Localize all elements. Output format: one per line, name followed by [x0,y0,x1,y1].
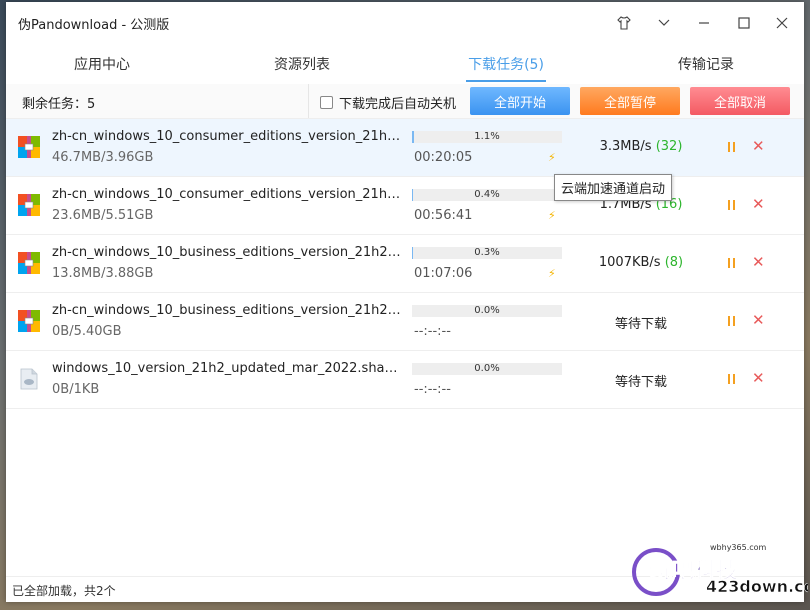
task-row[interactable]: zh-cn_windows_10_business_editions_versi… [6,235,804,293]
task-speed: 3.3MB/s (32) [566,139,716,154]
task-remaining-time: 00:56:41 [414,208,473,223]
cancel-task-button[interactable]: ✕ [752,253,765,271]
watermark-site-alt: 423down.com [706,577,808,596]
archive-icon [18,310,40,332]
pause-icon-bar [727,200,730,210]
task-progress-text: 0.0% [474,305,500,316]
pause-icon-bar [727,374,730,384]
task-row[interactable]: windows_10_version_21h2_updated_mar_2022… [6,351,804,409]
task-progress-text: 0.0% [474,363,500,374]
task-progress-text: 0.3% [474,247,500,258]
task-progress-bar: 0.3% [412,247,562,259]
archive-icon [18,194,40,216]
remaining-tasks-count: 剩余任务：5 [22,97,96,112]
task-progress-bar: 0.0% [412,363,562,375]
app-window: 伪Pandownload - 公测版 应用中心 资源列表 下载任务(5) 传输记… [6,2,804,602]
pause-all-button[interactable]: 全部暂停 [580,87,680,115]
task-file-name: zh-cn_windows_10_business_editions_versi… [52,303,404,318]
cancel-task-button[interactable]: ✕ [752,311,765,329]
task-file-size: 23.6MB/5.51GB [52,208,154,223]
lightning-icon[interactable]: ⚡ [548,267,556,280]
skin-button[interactable] [610,10,638,36]
task-file-name: windows_10_version_21h2_updated_mar_2022… [52,361,404,376]
task-speed: 1007KB/s (8) [566,255,716,270]
task-row[interactable]: zh-cn_windows_10_business_editions_versi… [6,293,804,351]
watermark-logo: wbhy365.com 玩吧科技 423down.com [632,543,808,596]
task-file-name: zh-cn_windows_10_business_editions_versi… [52,245,404,260]
tab-resource-list[interactable]: 资源列表 [242,54,362,74]
maximize-button[interactable] [730,10,758,36]
task-file-size: 46.7MB/3.96GB [52,150,154,165]
task-speed-value: 3.3MB/s [599,139,652,154]
toolbar-divider [308,84,309,118]
task-remaining-time: --:--:-- [414,382,451,397]
active-tab-indicator [466,80,546,82]
task-file-size: 13.8MB/3.88GB [52,266,154,281]
task-remaining-time: --:--:-- [414,324,451,339]
auto-shutdown-checkbox[interactable]: 下载完成后自动关机 [320,93,456,112]
task-row[interactable]: zh-cn_windows_10_consumer_editions_versi… [6,119,804,177]
pause-task-button[interactable] [724,372,738,386]
pause-icon-bar [732,374,735,384]
auto-shutdown-label: 下载完成后自动关机 [339,97,457,112]
pause-icon-bar [727,258,730,268]
window-title: 伪Pandownload - 公测版 [18,18,170,33]
task-progress-bar: 0.4% [412,189,562,201]
pause-icon-bar [732,200,735,210]
watermark-site-small: wbhy365.com [710,543,767,552]
acceleration-tooltip: 云端加速通道启动 [554,174,673,201]
pause-task-button[interactable] [724,198,738,212]
lightning-icon[interactable]: ⚡ [548,151,556,164]
pause-icon-bar [727,142,730,152]
pause-icon-bar [732,142,735,152]
menu-button[interactable] [650,10,678,36]
checkbox-box[interactable] [320,96,333,109]
tab-download-tasks[interactable]: 下载任务(5) [446,54,566,74]
minimize-button[interactable] [690,10,718,36]
minimize-icon [699,22,709,24]
status-text: 已全部加载，共2个 [12,584,116,598]
task-file-name: zh-cn_windows_10_consumer_editions_versi… [52,187,404,202]
task-status: 等待下载 [614,317,667,332]
cancel-task-button[interactable]: ✕ [752,137,765,155]
pause-icon-bar [732,316,735,326]
maximize-icon [738,17,750,29]
task-toolbar: 剩余任务：5 下载完成后自动关机 全部开始 全部暂停 全部取消 [6,84,804,119]
task-remaining-time: 01:07:06 [414,266,473,281]
cancel-task-button[interactable]: ✕ [752,195,765,213]
cancel-all-button[interactable]: 全部取消 [690,87,790,115]
task-peer-count: (32) [655,139,683,154]
task-file-name: zh-cn_windows_10_consumer_editions_versi… [52,129,404,144]
pause-icon-bar [732,258,735,268]
close-icon [776,17,788,29]
task-peer-count: (8) [664,255,684,270]
task-status: 等待下载 [614,375,667,390]
pause-task-button[interactable] [724,140,738,154]
main-tabs: 应用中心 资源列表 下载任务(5) 传输记录 [6,44,804,85]
task-row[interactable]: zh-cn_windows_10_consumer_editions_versi… [6,177,804,235]
task-progress-text: 0.4% [474,189,500,200]
pause-task-button[interactable] [724,256,738,270]
chevron-down-icon [658,19,670,26]
title-bar[interactable]: 伪Pandownload - 公测版 [6,2,804,44]
task-remaining-time: 00:20:05 [414,150,473,165]
pause-icon-bar [727,316,730,326]
archive-icon [18,136,40,158]
tab-transfer-records[interactable]: 传输记录 [646,54,766,74]
task-progress-bar: 1.1% [412,131,562,143]
task-speed-value: 1007KB/s [598,255,661,270]
close-button[interactable] [768,10,796,36]
task-file-size: 0B/1KB [52,382,100,397]
lightning-icon[interactable]: ⚡ [548,209,556,222]
pause-task-button[interactable] [724,314,738,328]
task-progress-text: 1.1% [474,131,500,142]
task-file-size: 0B/5.40GB [52,324,122,339]
cancel-task-button[interactable]: ✕ [752,369,765,387]
task-progress-bar: 0.0% [412,305,562,317]
shirt-icon [617,16,631,30]
file-icon [20,368,38,390]
archive-icon [18,252,40,274]
start-all-button[interactable]: 全部开始 [470,87,570,115]
tab-app-center[interactable]: 应用中心 [42,54,162,74]
